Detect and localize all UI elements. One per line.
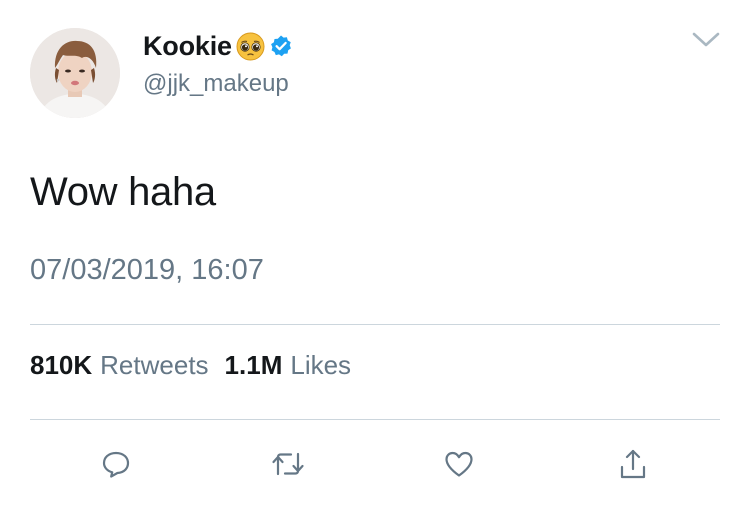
author-name-row: Kookie (143, 28, 293, 64)
user-handle[interactable]: @jjk_makeup (143, 70, 289, 98)
pleading-face-icon (236, 32, 265, 61)
avatar[interactable] (30, 28, 120, 118)
share-icon (620, 449, 646, 479)
likes-label: Likes (290, 350, 352, 380)
tweet-timestamp[interactable]: 07/03/2019, 16:07 (30, 254, 264, 287)
reply-button[interactable] (98, 446, 134, 482)
retweets-label: Retweets (100, 350, 209, 380)
retweet-icon (272, 452, 304, 476)
likes-count: 1.1M (224, 350, 283, 380)
likes-stat[interactable]: 1.1M Likes (225, 350, 352, 381)
chevron-down-icon (692, 32, 720, 47)
retweets-count: 810K (30, 350, 93, 380)
divider (30, 324, 720, 325)
tweet-menu-button[interactable] (686, 26, 726, 54)
divider (30, 419, 720, 420)
tweet-stats: 810K Retweets 1.1M Likes (30, 350, 351, 381)
display-name[interactable]: Kookie (143, 31, 232, 62)
reply-icon (102, 451, 130, 478)
retweet-button[interactable] (270, 446, 306, 482)
like-icon (445, 451, 473, 477)
retweets-stat[interactable]: 810K Retweets (30, 350, 209, 381)
tweet-text: Wow haha (30, 170, 216, 214)
profile-photo (30, 28, 120, 118)
verified-badge-icon (269, 34, 293, 58)
share-button[interactable] (615, 446, 651, 482)
like-button[interactable] (441, 446, 477, 482)
